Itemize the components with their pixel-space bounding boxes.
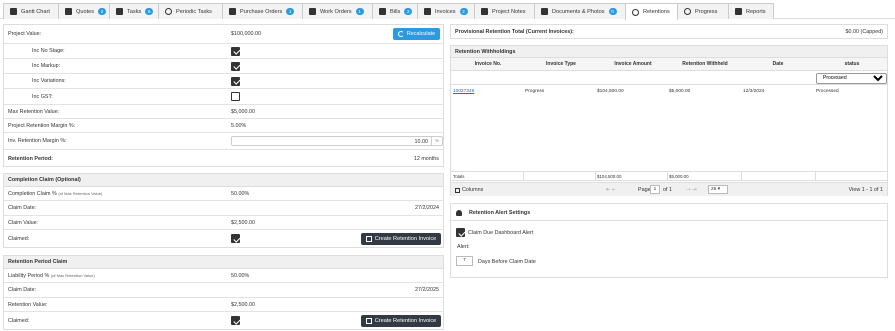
tab-work-orders[interactable]: Work Orders 1	[302, 3, 373, 19]
col-status[interactable]: status	[815, 58, 889, 70]
next-last-page-icon[interactable]: ⇢ ⇥	[686, 187, 697, 193]
completion-claimed-row: Claimed: Create Retention Invoice	[4, 230, 443, 248]
reports-icon	[735, 8, 742, 15]
retention-withholdings-panel: Retention Withholdings Invoice No. Invoi…	[450, 45, 888, 196]
col-retention-withheld[interactable]: Retention Withheld	[669, 58, 741, 70]
work-orders-badge: 1	[355, 8, 364, 15]
tasks-badge: 6	[145, 8, 154, 15]
period-claimed-row: Claimed: Create Retention Invoice	[4, 312, 443, 330]
table-row[interactable]: 10027349 Progress $104,500.00 $5,000.00 …	[451, 86, 887, 96]
col-date[interactable]: Date	[741, 58, 815, 70]
tab-bar: Gantt Chart Quotes 2 Tasks 6 Periodic Task…	[0, 0, 895, 20]
claim-due-alert-checkbox[interactable]	[456, 228, 465, 237]
gantt-icon	[10, 8, 17, 15]
inc-gst-checkbox[interactable]	[231, 92, 240, 101]
period-claim-header: Retention Period Claim	[4, 256, 443, 269]
completion-claim-value-row: Claim Value: $2,500.00	[4, 216, 443, 230]
tab-periodic-tasks[interactable]: Periodic Tasks	[158, 3, 223, 19]
purchase-orders-badge: 1	[286, 8, 295, 15]
cart-icon	[309, 8, 316, 15]
tab-reports[interactable]: Reports	[728, 3, 774, 19]
periodic-tasks-icon	[165, 8, 172, 15]
retention-period-row: Retention Period: 12 months	[8, 155, 439, 162]
inc-markup-row: Inc Markup:	[4, 59, 443, 74]
tab-tasks[interactable]: Tasks 6	[109, 3, 159, 19]
progress-icon	[684, 8, 691, 15]
alert-settings-header: Retention Alert Settings	[451, 204, 887, 221]
inc-no-stage-row: Inc No Stage:	[4, 44, 443, 59]
col-invoice-amount[interactable]: Invoice Amount	[597, 58, 669, 70]
completion-claim-pct-row: Completion Claim % (of Max Retention Val…	[4, 187, 443, 201]
retention-alert-panel: Retention Alert Settings Claim Due Dashb…	[450, 203, 888, 278]
cart-icon	[229, 8, 236, 15]
withholdings-filter-row: Processed	[451, 71, 887, 85]
alert-days-input[interactable]: 7	[456, 256, 473, 266]
retention-period-claim-panel: Retention Period Claim Liability Period …	[3, 255, 444, 330]
external-link-icon	[365, 236, 372, 242]
invoices-icon	[424, 8, 431, 15]
columns-button[interactable]: Columns	[455, 187, 483, 193]
notes-icon	[481, 8, 488, 15]
tab-project-notes[interactable]: Project Notes	[474, 3, 535, 19]
inv-margin-row: Inv. Retention Margin %: 10.00 %	[4, 133, 443, 150]
external-link-icon	[365, 318, 372, 324]
provisional-retention-panel: Provisional Retention Total (Current Inv…	[450, 24, 888, 39]
recalculate-button[interactable]: Recalculate	[393, 28, 440, 40]
status-filter-select[interactable]: Processed	[816, 72, 887, 84]
create-completion-retention-invoice-button[interactable]: Create Retention Invoice	[361, 233, 441, 245]
invoice-link[interactable]: 10027349	[453, 89, 474, 94]
liability-period-row: Liability Period % (of Max Retention Val…	[4, 269, 443, 283]
completion-claim-header: Completion Claim (Optional)	[4, 174, 443, 187]
sync-icon	[397, 31, 404, 37]
period-retention-value-row: Retention Value: $2,500.00	[4, 298, 443, 312]
create-period-retention-invoice-button[interactable]: Create Retention Invoice	[361, 315, 441, 327]
period-claim-date-row: Claim Date: 27/2/2025	[4, 283, 443, 298]
pagination-bar: Columns ⇤ ⇠ Page 1 of 1 ⇢ ⇥ 25 ▾ View 1 …	[451, 182, 887, 196]
inv-margin-input[interactable]: 10.00 %	[231, 136, 443, 146]
completion-claimed-checkbox[interactable]	[231, 234, 240, 243]
project-value-row: Project Value: $100,000.00 Recalculate	[4, 25, 443, 44]
inc-variations-checkbox[interactable]	[231, 76, 240, 86]
retention-settings-panel: Project Value: $100,000.00 Recalculate I…	[3, 24, 444, 167]
tab-bills[interactable]: Bills 2	[372, 3, 418, 19]
quotes-badge: 2	[98, 8, 107, 15]
bills-badge: 2	[404, 8, 413, 15]
page-number-input[interactable]: 1	[650, 185, 660, 194]
tab-progress[interactable]: Progress	[677, 3, 729, 19]
bell-icon	[456, 209, 462, 216]
quotes-icon	[65, 8, 72, 15]
tab-retentions[interactable]: Retentions	[625, 3, 678, 20]
tab-documents-photos[interactable]: Documents & Photos 0	[534, 3, 626, 19]
tab-gantt-chart[interactable]: Gantt Chart	[3, 3, 59, 19]
max-retention-row: Max Retention Value: $5,000.00	[4, 105, 443, 119]
margin-row: Project Retention Margin %: 5.00%	[4, 119, 443, 133]
tab-quotes[interactable]: Quotes 2	[58, 3, 110, 19]
completion-claim-date-row: Claim Date: 27/2/2024	[4, 201, 443, 216]
tasks-icon	[116, 8, 123, 15]
invoices-badge: 2	[459, 8, 468, 15]
cart-icon	[379, 8, 386, 15]
inc-markup-checkbox[interactable]	[231, 61, 240, 71]
withholdings-title-bar: Retention Withholdings	[451, 46, 887, 58]
inc-gst-row: Inc GST:	[4, 89, 443, 105]
withholdings-column-headers: Invoice No. Invoice Type Invoice Amount …	[451, 58, 887, 71]
totals-row: Totals $104,500.00 $5,000.00	[451, 171, 887, 181]
completion-claim-panel: Completion Claim (Optional) Completion C…	[3, 173, 444, 248]
inc-no-stage-checkbox[interactable]	[231, 46, 240, 56]
documents-icon	[541, 8, 548, 15]
sync-icon	[632, 8, 639, 16]
columns-icon	[455, 187, 460, 193]
inc-variations-row: Inc Variations:	[4, 74, 443, 89]
period-claimed-checkbox[interactable]	[231, 316, 240, 325]
tab-invoices[interactable]: Invoices 2	[417, 3, 475, 19]
col-invoice-type[interactable]: Invoice Type	[525, 58, 597, 70]
documents-badge: 0	[608, 8, 617, 15]
first-prev-page-icon[interactable]: ⇤ ⇠	[606, 187, 617, 193]
col-invoice-no[interactable]: Invoice No.	[451, 58, 525, 70]
page-size-select[interactable]: 25 ▾	[708, 185, 728, 194]
tab-purchase-orders[interactable]: Purchase Orders 1	[222, 3, 303, 19]
